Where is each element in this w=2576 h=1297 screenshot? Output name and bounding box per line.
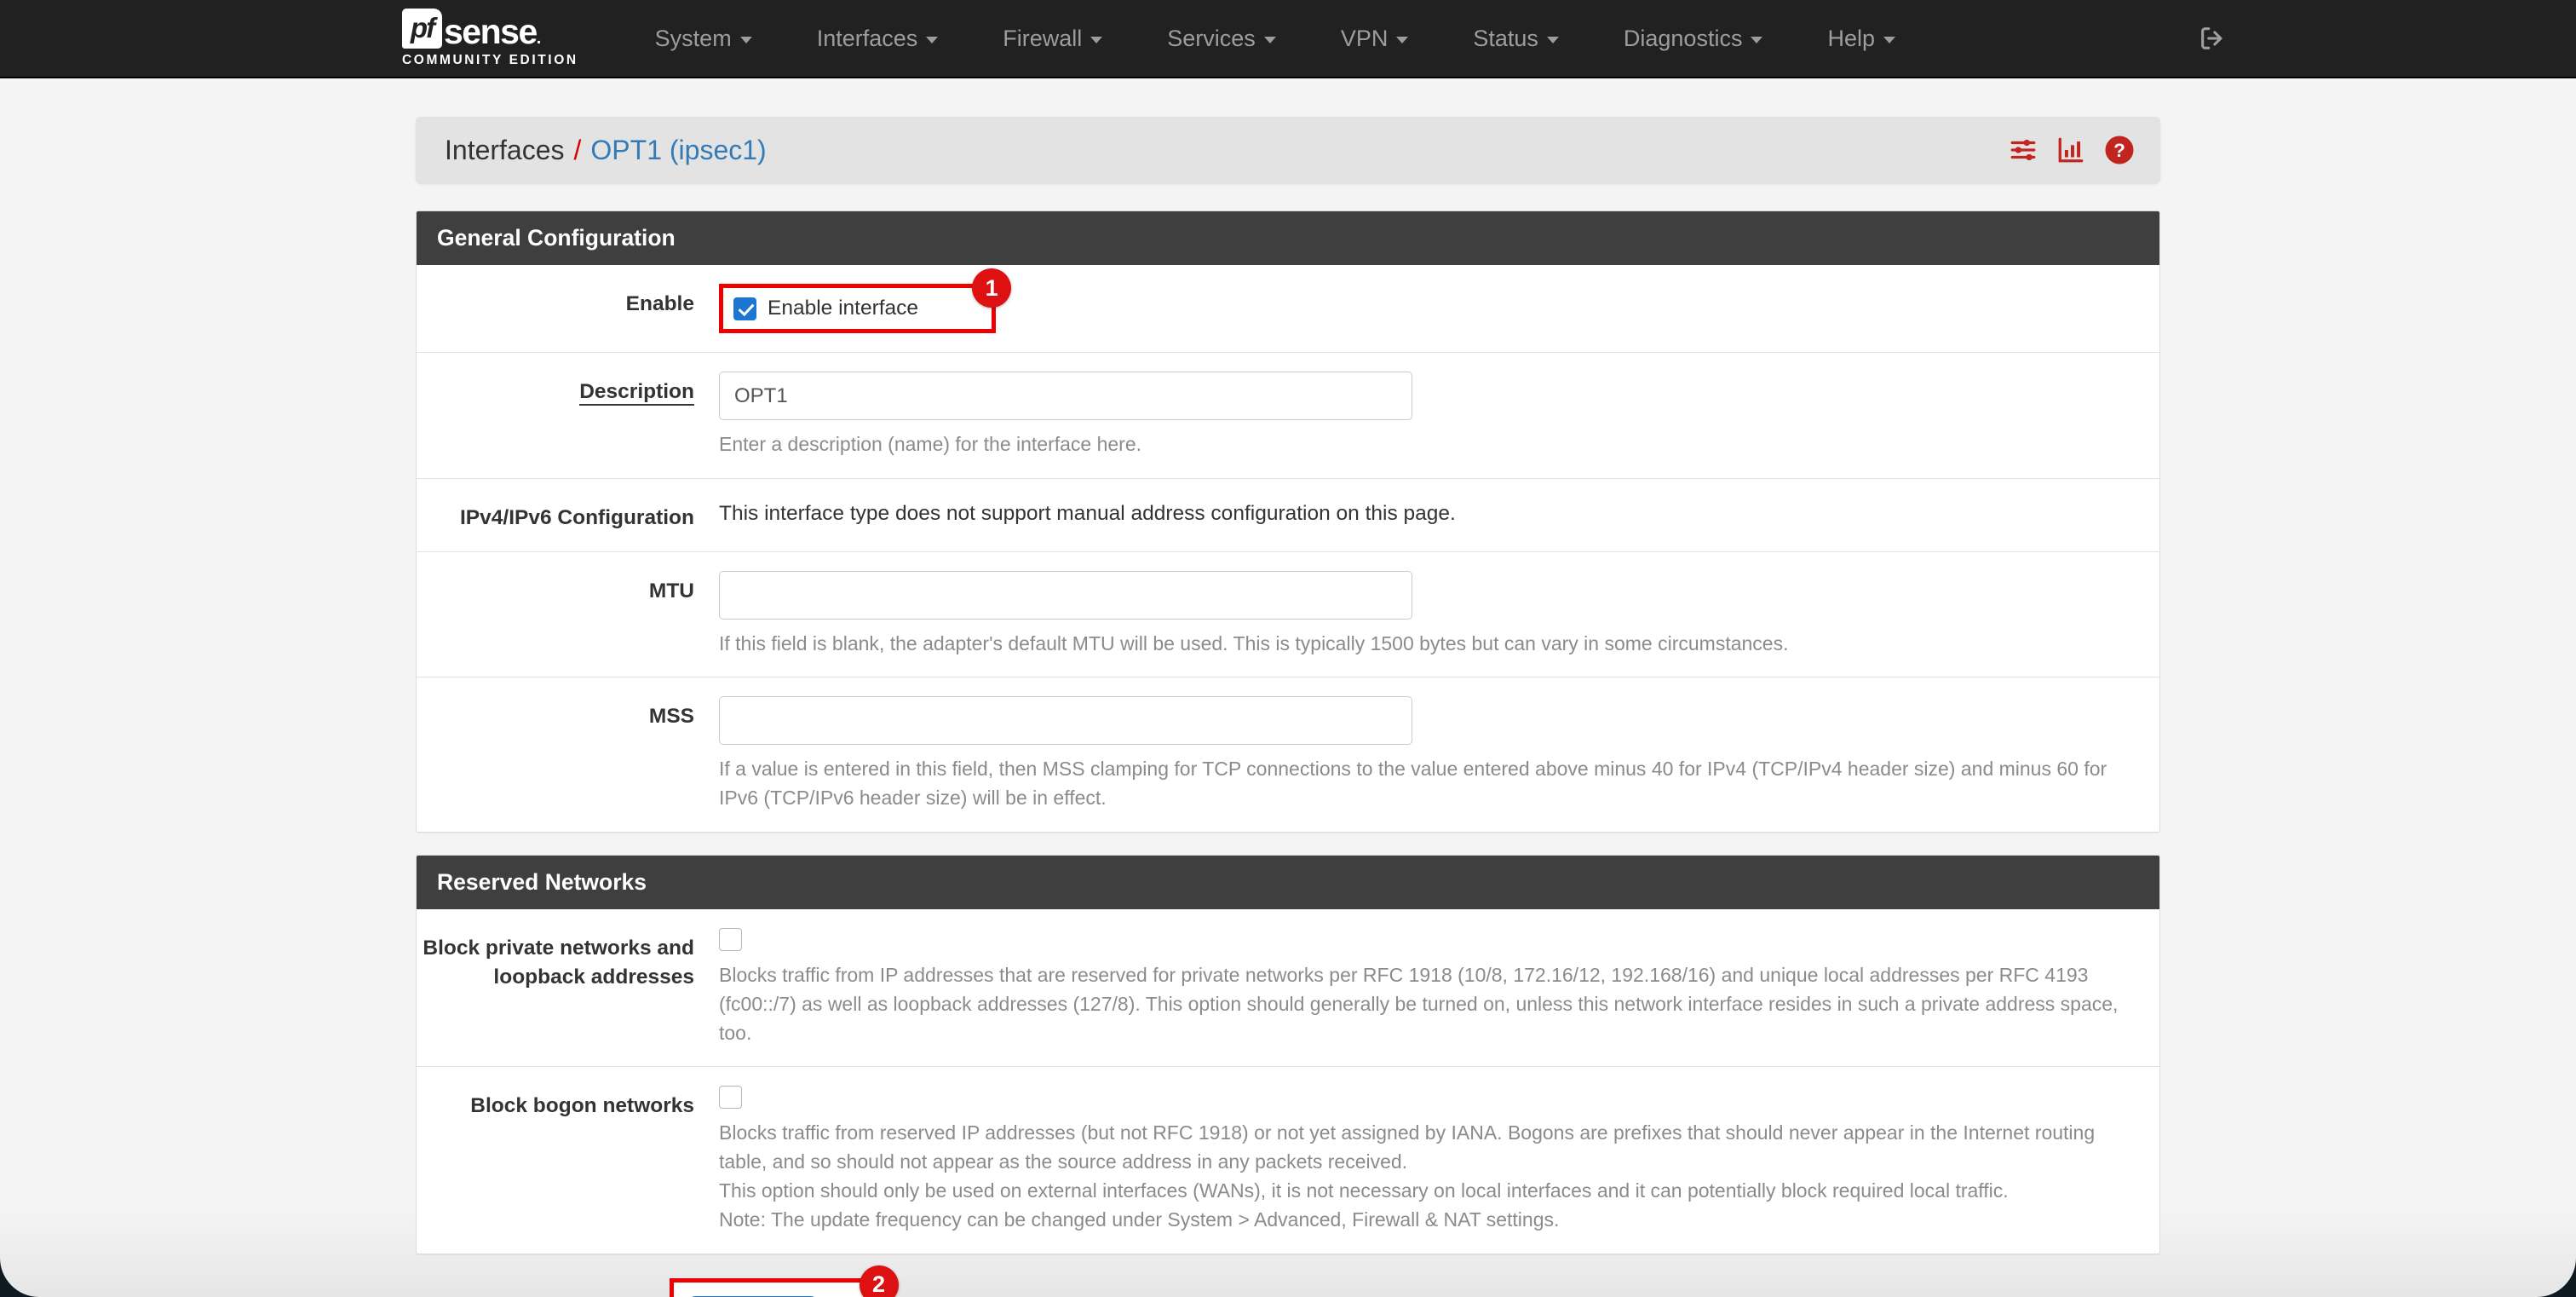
pf-mark-icon: pf — [402, 9, 442, 49]
reserved-networks-panel: Reserved Networks Block private networks… — [416, 854, 2160, 1254]
annotation-box-2: Save 2 — [670, 1265, 899, 1297]
general-configuration-panel: General Configuration Enable Enable inte… — [416, 210, 2160, 833]
enable-interface-checkbox[interactable] — [733, 297, 756, 320]
ip-configuration-text: This interface type does not support man… — [719, 501, 1456, 525]
nav-menu: System Interfaces Firewall Services VPN … — [635, 0, 1940, 78]
nav-label: Firewall — [1003, 25, 1083, 51]
nav-label: Status — [1473, 25, 1538, 51]
mtu-help: If this field is blank, the adapter's de… — [719, 631, 1789, 654]
chevron-down-icon — [739, 37, 752, 43]
chevron-down-icon — [1883, 37, 1895, 43]
nav-label: Help — [1827, 25, 1875, 51]
row-block-private: Block private networks and loopback addr… — [417, 909, 2159, 1068]
annotation-badge-1: 1 — [972, 268, 1012, 308]
description-help: Enter a description (name) for the inter… — [719, 433, 1142, 455]
brand-sense-text: sense — [444, 12, 538, 52]
block-bogon-networks-checkbox[interactable] — [719, 1086, 742, 1110]
chevron-down-icon — [926, 37, 939, 43]
panel-title-general: General Configuration — [417, 211, 2159, 265]
row-ip-configuration: IPv4/IPv6 Configuration This interface t… — [417, 479, 2159, 552]
brand-logo-row: pf sense. — [402, 9, 578, 49]
row-block-bogon: Block bogon networks Blocks traffic from… — [417, 1067, 2159, 1253]
label-block-private: Block private networks and loopback addr… — [423, 936, 694, 989]
chevron-down-icon — [1396, 37, 1409, 43]
browser-viewport: pf sense. COMMUNITY EDITION System Inter… — [0, 0, 2576, 1297]
sign-out-icon[interactable] — [2198, 24, 2227, 53]
nav-item-vpn[interactable]: VPN — [1320, 26, 1429, 52]
annotation-badge-2: 2 — [859, 1265, 899, 1297]
row-mss: MSS If a value is entered in this field,… — [417, 677, 2159, 832]
block-bogon-help-2: This option should only be used on exter… — [719, 1179, 2009, 1202]
nav-item-firewall[interactable]: Firewall — [982, 26, 1123, 52]
mss-input[interactable] — [719, 696, 1412, 746]
label-description-text: Description — [579, 380, 694, 406]
pf-mark-text: pf — [410, 12, 435, 43]
brand-subtitle: COMMUNITY EDITION — [402, 53, 578, 67]
sliders-icon[interactable] — [2009, 135, 2038, 164]
chevron-down-icon — [1751, 37, 1763, 43]
description-input[interactable] — [719, 372, 1412, 420]
label-mss: MSS — [648, 705, 694, 729]
nav-item-help[interactable]: Help — [1807, 26, 1916, 52]
label-mtu: MTU — [648, 579, 694, 602]
nav-item-interfaces[interactable]: Interfaces — [796, 26, 959, 52]
panel-title-reserved: Reserved Networks — [417, 855, 2159, 909]
nav-item-diagnostics[interactable]: Diagnostics — [1603, 26, 1784, 52]
block-private-networks-checkbox[interactable] — [719, 927, 742, 951]
nav-label: Diagnostics — [1623, 25, 1743, 51]
chevron-down-icon — [1090, 37, 1103, 43]
row-mtu: MTU If this field is blank, the adapter'… — [417, 552, 2159, 678]
annotation-box-1: Enable interface 1 — [719, 268, 1012, 333]
breadcrumb-root[interactable]: Interfaces — [445, 135, 565, 166]
nav-item-status[interactable]: Status — [1452, 26, 1579, 52]
nav-label: System — [654, 25, 732, 51]
enable-interface-label: Enable interface — [768, 297, 919, 320]
label-block-bogon: Block bogon networks — [470, 1094, 694, 1118]
body-description: Enter a description (name) for the inter… — [719, 372, 2159, 459]
label-enable: Enable — [625, 292, 694, 315]
top-navigation-bar: pf sense. COMMUNITY EDITION System Inter… — [0, 0, 2576, 78]
svg-text:?: ? — [2113, 140, 2125, 161]
chevron-down-icon — [1546, 37, 1559, 43]
chevron-down-icon — [1263, 37, 1276, 43]
nav-item-services[interactable]: Services — [1147, 26, 1297, 52]
mtu-input[interactable] — [719, 570, 1412, 620]
brand-word: sense. — [444, 12, 541, 52]
breadcrumb: Interfaces / OPT1 (ipsec1) ? — [416, 117, 2160, 183]
mss-help: If a value is entered in this field, the… — [719, 758, 2107, 810]
nav-item-system[interactable]: System — [635, 26, 773, 52]
enable-interface-checkbox-row[interactable]: Enable interface — [733, 297, 918, 320]
block-bogon-help-3: Note: The update frequency can be change… — [719, 1208, 1560, 1231]
form-actions: Save 2 — [416, 1265, 2160, 1297]
help-circle-icon[interactable]: ? — [2104, 135, 2135, 165]
body-block-bogon: Blocks traffic from reserved IP addresse… — [719, 1086, 2159, 1234]
body-enable: Enable interface 1 — [719, 268, 2159, 333]
body-ip-configuration: This interface type does not support man… — [719, 498, 2159, 533]
block-private-help: Blocks traffic from IP addresses that ar… — [719, 963, 2119, 1044]
block-bogon-help-1: Blocks traffic from reserved IP addresse… — [719, 1121, 2096, 1173]
body-mss: If a value is entered in this field, the… — [719, 696, 2159, 813]
breadcrumb-current[interactable]: OPT1 (ipsec1) — [590, 135, 766, 166]
nav-label: Services — [1167, 25, 1256, 51]
nav-label: Interfaces — [816, 25, 918, 51]
pfsense-logo[interactable]: pf sense. COMMUNITY EDITION — [402, 0, 578, 78]
body-mtu: If this field is blank, the adapter's de… — [719, 570, 2159, 659]
row-description: Description Enter a description (name) f… — [417, 353, 2159, 479]
breadcrumb-actions: ? — [2009, 135, 2135, 165]
label-ip-configuration: IPv4/IPv6 Configuration — [460, 505, 694, 529]
breadcrumb-separator: / — [573, 134, 582, 165]
nav-label: VPN — [1340, 25, 1389, 51]
row-enable: Enable Enable interface 1 — [417, 265, 2159, 353]
bar-chart-icon[interactable] — [2056, 135, 2085, 164]
body-block-private: Blocks traffic from IP addresses that ar… — [719, 927, 2159, 1047]
label-description: Description — [417, 372, 719, 459]
